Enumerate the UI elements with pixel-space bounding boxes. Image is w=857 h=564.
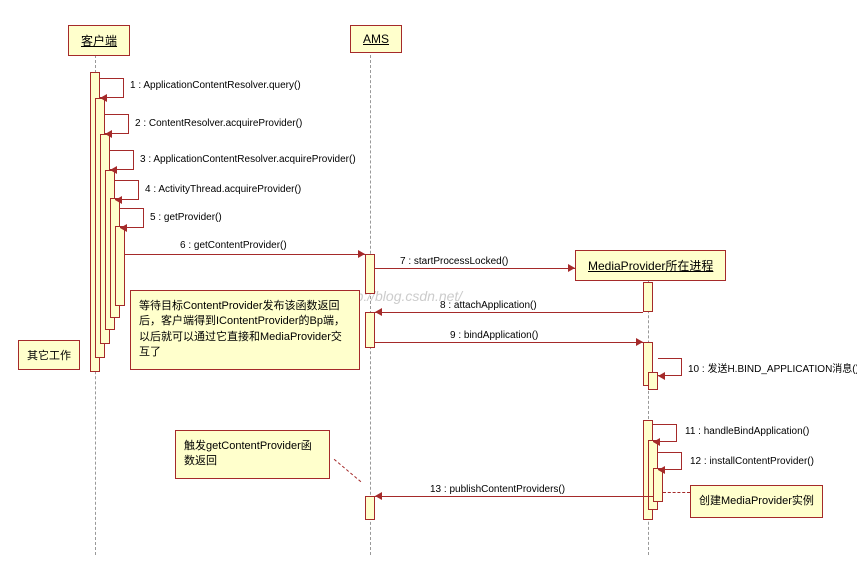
msg-1: 1 : ApplicationContentResolver.query()	[130, 80, 301, 91]
arrow-m2	[105, 130, 112, 138]
msg-8: 8 : attachApplication()	[440, 300, 537, 311]
lifeline-ams-head: AMS	[350, 25, 402, 53]
arrow-m1	[100, 94, 107, 102]
line-m9	[375, 342, 643, 343]
arrow-m8	[375, 308, 382, 316]
msg-12: 12 : installContentProvider()	[690, 456, 814, 467]
msg-6: 6 : getContentProvider()	[180, 240, 287, 251]
lifeline-client-head: 客户端	[68, 25, 130, 56]
line-m7	[375, 268, 575, 269]
lifeline-ams-dash	[370, 55, 371, 555]
msg-3: 3 : ApplicationContentResolver.acquirePr…	[140, 154, 356, 165]
arrow-m13	[375, 492, 382, 500]
arrow-m10	[658, 372, 665, 380]
arrow-m7	[568, 264, 575, 272]
line-m13	[375, 496, 653, 497]
line-m8	[375, 312, 643, 313]
arrow-m6	[358, 250, 365, 258]
note-trigger: 触发getContentProvider函数返回	[175, 430, 330, 479]
arrow-m12	[658, 466, 665, 474]
msg-5: 5 : getProvider()	[150, 212, 222, 223]
msg-9: 9 : bindApplication()	[450, 330, 538, 341]
anchor-n3	[663, 492, 690, 493]
msg-2: 2 : ContentResolver.acquireProvider()	[135, 118, 302, 129]
msg-11: 11 : handleBindApplication()	[685, 426, 809, 437]
note-wait: 等待目标ContentProvider发布该函数返回后，客户端得到IConten…	[130, 290, 360, 370]
lifeline-media-label: MediaProvider所在进程	[588, 259, 713, 273]
anchor-n2	[334, 459, 361, 482]
msg-4: 4 : ActivityThread.acquireProvider()	[145, 184, 301, 195]
arrow-m11	[653, 438, 660, 446]
activation-media-1	[643, 282, 653, 312]
note-create: 创建MediaProvider实例	[690, 485, 823, 518]
lifeline-ams-label: AMS	[363, 32, 389, 46]
arrow-m9	[636, 338, 643, 346]
activation-media-2b	[648, 372, 658, 390]
msg-13: 13 : publishContentProviders()	[430, 484, 565, 495]
activation-ams-1	[365, 254, 375, 294]
activation-client-6	[115, 226, 125, 306]
arrow-m5	[120, 224, 127, 232]
lifeline-media-head: MediaProvider所在进程	[575, 250, 726, 281]
msg-7: 7 : startProcessLocked()	[400, 256, 508, 267]
arrow-m4	[115, 196, 122, 204]
sidebox-other: 其它工作	[18, 340, 80, 370]
msg-10: 10 : 发送H.BIND_APPLICATION消息()	[688, 360, 857, 375]
activation-ams-2	[365, 312, 375, 348]
activation-ams-3	[365, 496, 375, 520]
lifeline-client-label: 客户端	[81, 34, 117, 48]
line-m6	[125, 254, 365, 255]
arrow-m3	[110, 166, 117, 174]
